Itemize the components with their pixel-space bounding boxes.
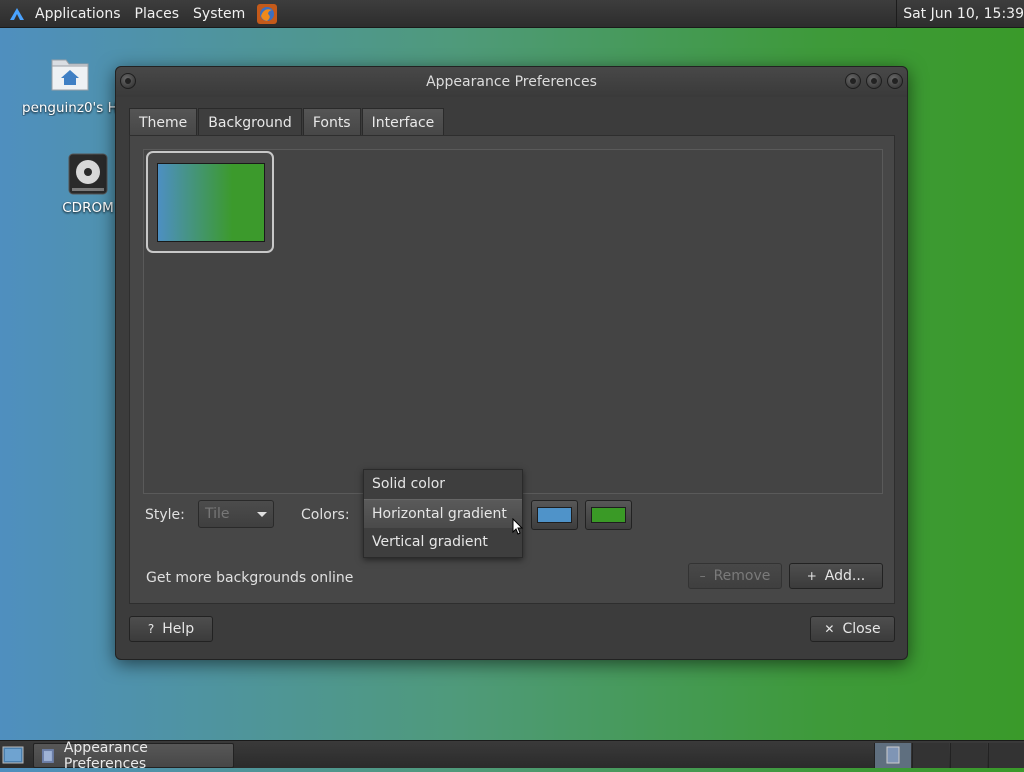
style-dropdown-value: Tile <box>205 506 230 522</box>
plus-icon: + <box>806 569 817 583</box>
background-thumbnail-image <box>157 163 265 242</box>
colors-label: Colors: <box>301 507 350 523</box>
add-button[interactable]: + Add... <box>789 563 883 589</box>
distro-logo-icon[interactable] <box>6 3 28 25</box>
remove-button-label: Remove <box>713 568 771 584</box>
help-icon: ? <box>147 622 155 636</box>
appearance-preferences-dialog: Appearance Preferences Theme Background … <box>115 66 908 660</box>
cdrom-icon <box>66 152 110 196</box>
background-list[interactable] <box>143 149 883 494</box>
tab-background[interactable]: Background <box>198 108 302 136</box>
tab-fonts[interactable]: Fonts <box>302 108 361 136</box>
desktop-icon-home[interactable]: penguinz0's H <box>22 52 117 116</box>
desktop-icon-label: penguinz0's H <box>22 100 117 116</box>
minimize-icon[interactable] <box>845 73 861 89</box>
appearance-app-icon <box>41 748 54 763</box>
applications-menu[interactable]: Applications <box>28 0 128 28</box>
close-button-label: Close <box>842 621 881 637</box>
remove-button[interactable]: – Remove <box>688 563 782 589</box>
chevron-down-icon <box>257 512 267 517</box>
dialog-titlebar[interactable]: Appearance Preferences <box>116 67 907 97</box>
background-thumbnail-selected[interactable] <box>146 151 274 253</box>
tab-interface[interactable]: Interface <box>361 108 445 136</box>
panel-clock[interactable]: Sat Jun 10, 15:39 <box>896 0 1024 28</box>
maximize-icon[interactable] <box>866 73 882 89</box>
system-menu[interactable]: System <box>186 0 252 28</box>
help-button-label: Help <box>162 621 195 637</box>
workspace-3[interactable] <box>950 743 987 768</box>
secondary-color-swatch <box>591 507 626 523</box>
show-desktop-icon[interactable] <box>2 745 24 765</box>
close-icon[interactable] <box>887 73 903 89</box>
primary-color-button[interactable] <box>531 500 578 530</box>
style-dropdown[interactable]: Tile <box>198 500 274 528</box>
close-x-icon: ✕ <box>824 622 835 636</box>
menu-item-vertical-gradient[interactable]: Vertical gradient <box>364 528 522 557</box>
bottom-panel: Appearance Preferences <box>0 740 1024 772</box>
dialog-title: Appearance Preferences <box>426 74 597 90</box>
primary-color-swatch <box>537 507 572 523</box>
mouse-cursor-icon <box>512 518 524 535</box>
add-button-label: Add... <box>824 568 866 584</box>
menu-item-solid-color[interactable]: Solid color <box>364 470 522 499</box>
firefox-launcher-icon[interactable] <box>256 3 278 25</box>
top-panel: Applications Places System Sat Jun 10, 1… <box>0 0 1024 28</box>
color-mode-dropdown-menu: Solid color Horizontal gradient Vertical… <box>363 469 523 558</box>
style-label: Style: <box>145 507 185 523</box>
tab-theme[interactable]: Theme <box>129 108 198 136</box>
taskbar-button-label: Appearance Preferences <box>63 739 148 772</box>
help-button[interactable]: ? Help <box>129 616 213 642</box>
home-folder-icon <box>48 52 92 96</box>
workspace-1[interactable] <box>874 743 911 768</box>
close-button[interactable]: ✕ Close <box>810 616 895 642</box>
secondary-color-button[interactable] <box>585 500 632 530</box>
workspace-4[interactable] <box>988 743 1024 768</box>
places-menu[interactable]: Places <box>128 0 187 28</box>
taskbar-button-appearance-preferences[interactable]: Appearance Preferences <box>33 740 234 772</box>
menu-item-horizontal-gradient[interactable]: Horizontal gradient <box>364 499 522 528</box>
get-more-backgrounds-link[interactable]: Get more backgrounds online <box>146 570 353 586</box>
tab-bar: Theme Background Fonts Interface <box>129 108 445 136</box>
workspace-2[interactable] <box>912 743 949 768</box>
minus-icon: – <box>699 569 706 583</box>
